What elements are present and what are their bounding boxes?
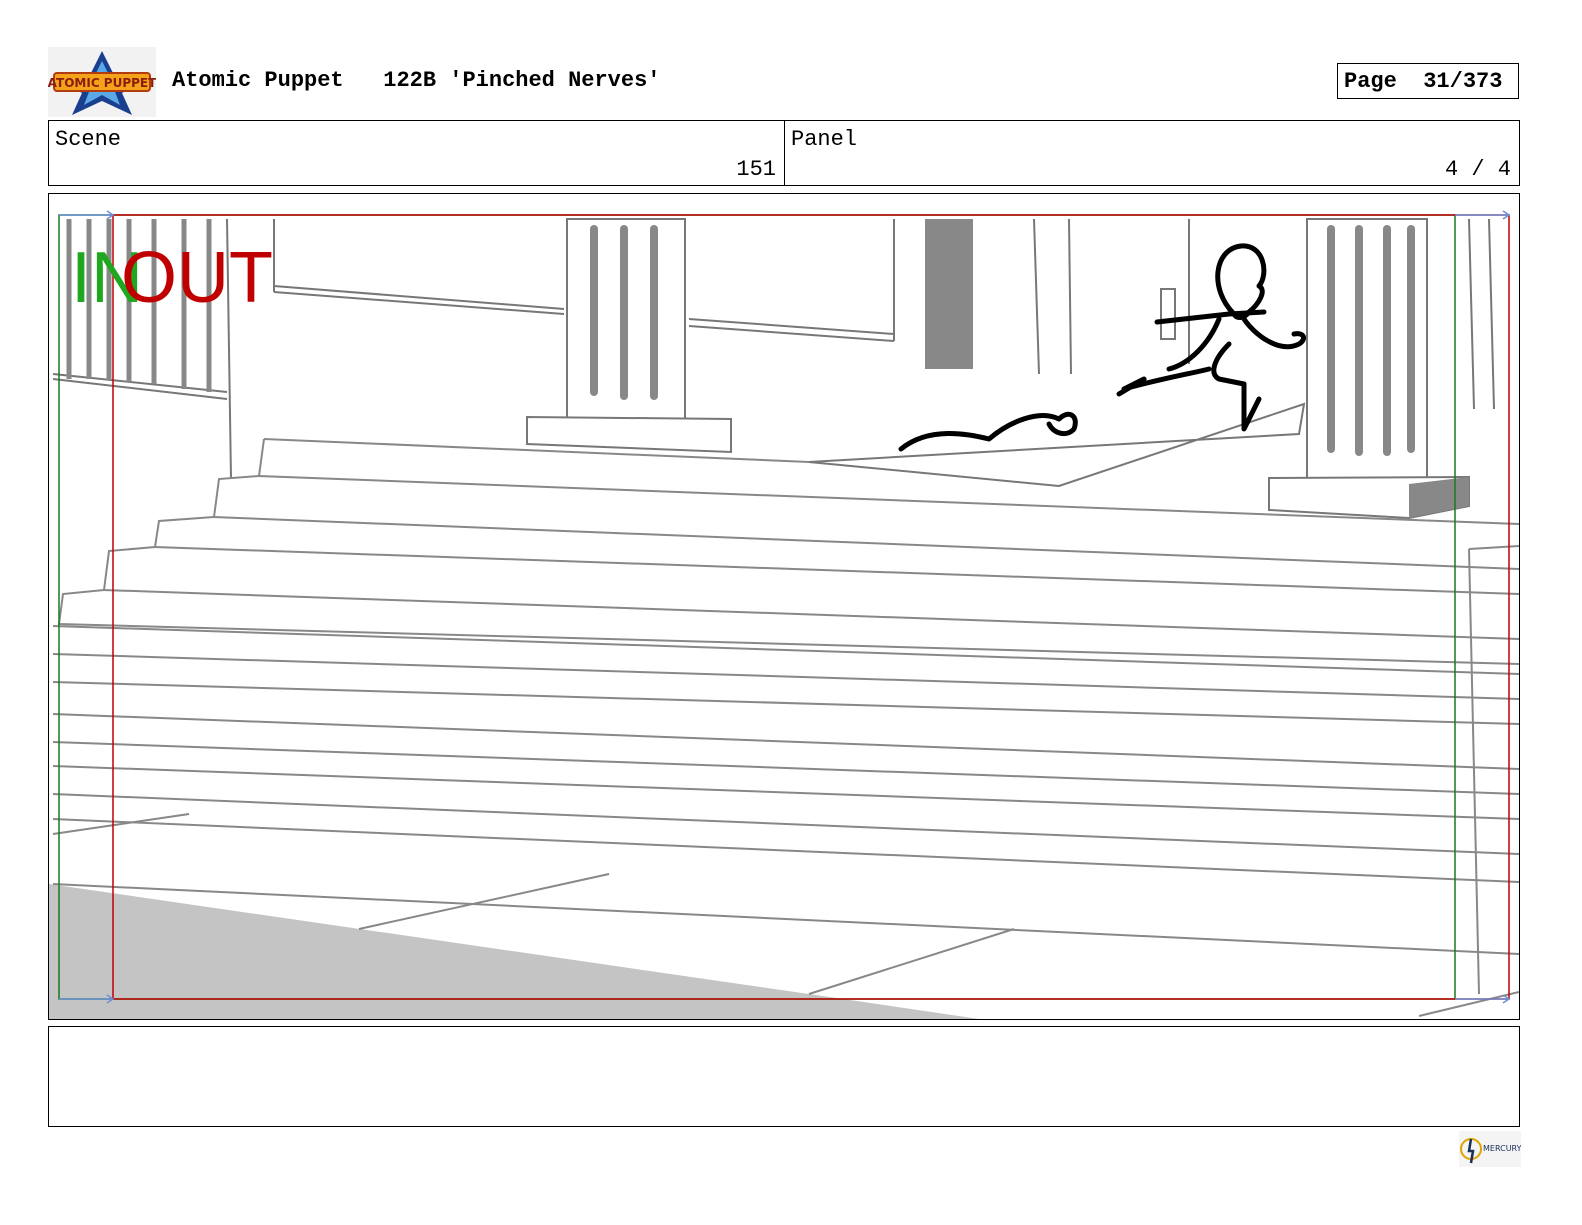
panel-drawing: IN OUT — [49, 210, 1519, 1019]
show-logo: ATOMIC PUPPET — [48, 47, 157, 117]
logo-text: ATOMIC PUPPET — [48, 76, 156, 90]
episode-title: 122B 'Pinched Nerves' — [383, 68, 661, 93]
page-number-box: Page 31/373 — [1337, 63, 1519, 99]
column-right — [1268, 218, 1470, 520]
studio-logo: MERCURY — [1459, 1131, 1522, 1167]
panel-number: 4 / 4 — [1444, 157, 1511, 182]
panel-cell: Panel 4 / 4 — [785, 121, 1519, 185]
page-title: Atomic Puppet 122B 'Pinched Nerves' — [172, 68, 661, 93]
page-label: Page — [1344, 69, 1397, 94]
show-title: Atomic Puppet — [172, 68, 344, 93]
info-bar: Scene 151 Panel 4 / 4 — [48, 120, 1520, 186]
notes-box — [48, 1026, 1520, 1127]
out-marker: OUT — [121, 238, 273, 318]
scene-label: Scene — [55, 127, 122, 152]
doorway-shadow — [925, 219, 973, 369]
storyboard-panel: IN OUT — [48, 193, 1520, 1020]
in-frame-guide — [58, 214, 1456, 1000]
panel-label: Panel — [791, 127, 858, 152]
camera-move-arrows — [59, 210, 1511, 1004]
scene-number: 151 — [736, 157, 776, 182]
scene-cell: Scene 151 — [49, 121, 785, 185]
show-logo-icon: ATOMIC PUPPET — [48, 51, 157, 115]
studio-logo-icon: MERCURY — [1459, 1131, 1522, 1167]
page-number: 31/373 — [1423, 69, 1503, 94]
studio-text: MERCURY — [1483, 1144, 1521, 1153]
column-center — [526, 218, 732, 454]
